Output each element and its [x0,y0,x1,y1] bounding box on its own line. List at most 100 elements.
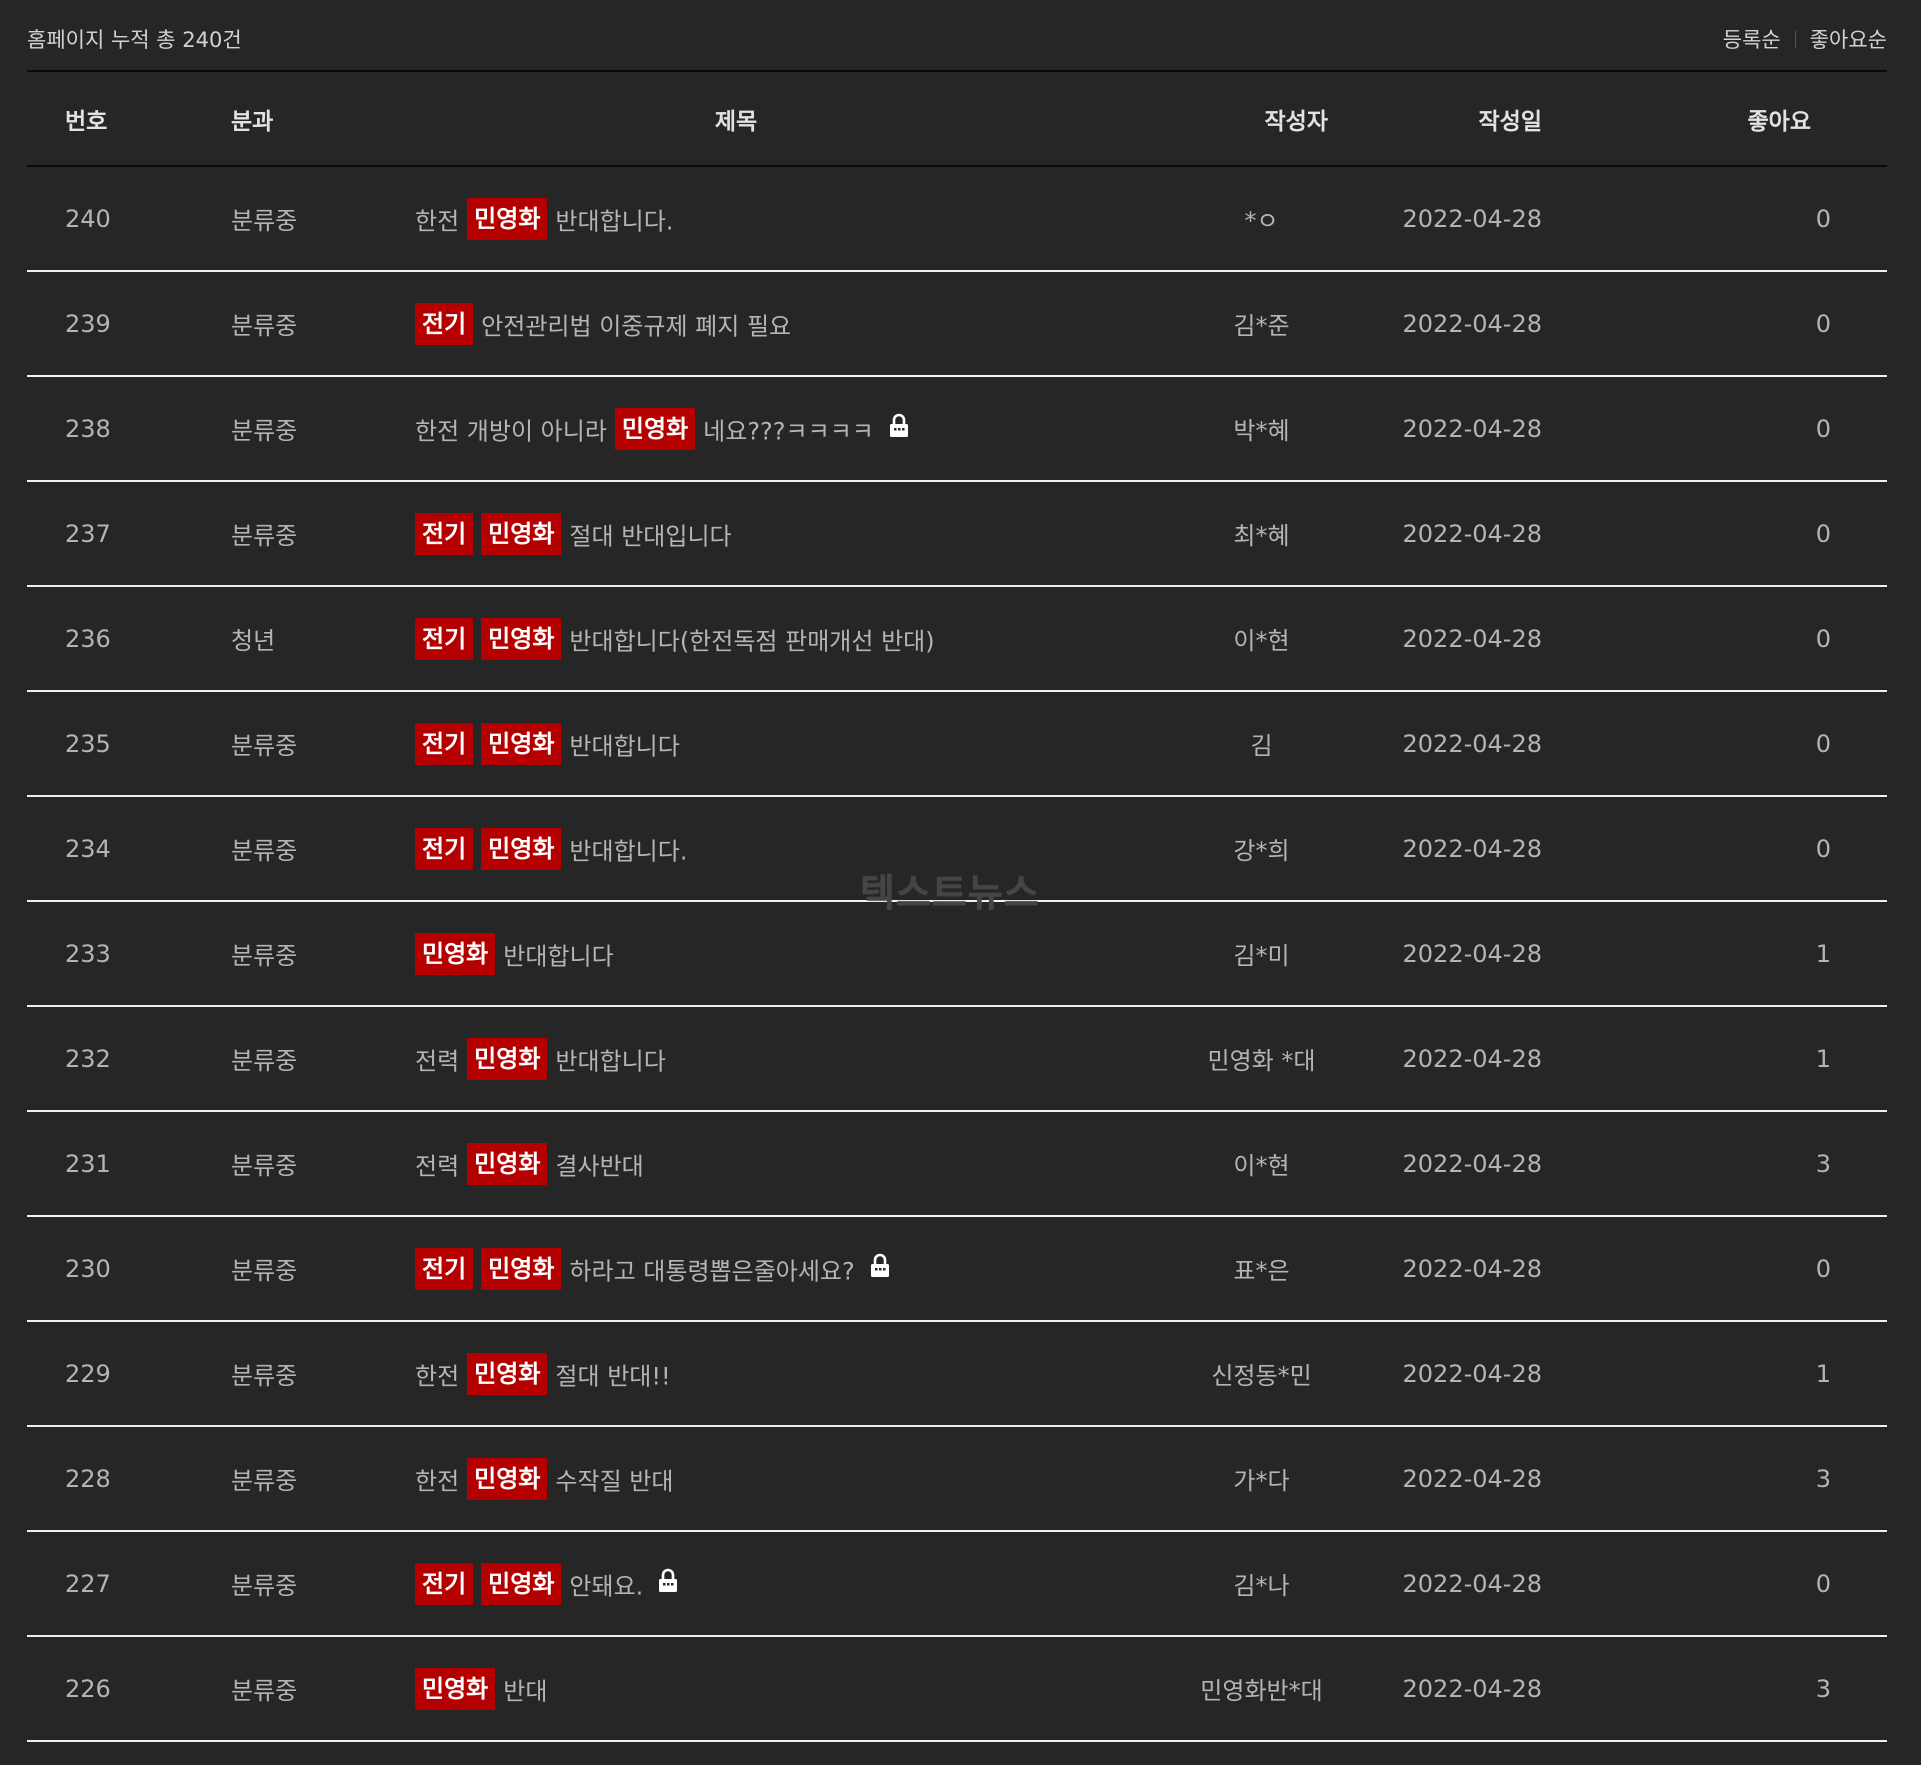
row-category: 분류중 [153,481,407,587]
table-row[interactable]: 226 분류중 민영화 반대 민영화반*대 2022-04-28 3 [27,1636,1887,1742]
table-header-row: 번호 분과 제목 작성자 작성일 좋아요 [27,72,1887,167]
row-number: 237 [27,481,153,587]
row-title-cell: 전기 민영화 반대합니다. [407,796,1065,902]
post-title-link[interactable]: 한전 민영화 반대합니다. [415,197,673,240]
row-number: 240 [27,166,153,272]
lock-icon [869,1253,891,1285]
keyword-highlight: 민영화 [481,1562,562,1605]
post-title-link[interactable]: 전력 민영화 결사반대 [415,1142,644,1185]
row-likes: 0 [1542,271,1887,377]
post-title-link[interactable]: 전력 민영화 반대합니다 [415,1037,666,1080]
table-row[interactable]: 235 분류중 전기 민영화 반대합니다 김 2022-04-28 0 [27,691,1887,797]
row-likes: 1 [1542,1321,1887,1427]
row-date: 2022-04-28 [1328,1531,1542,1637]
table-row[interactable]: 233 분류중 민영화 반대합니다 김*미 2022-04-28 1 [27,901,1887,1007]
table-row[interactable]: 229 분류중 한전 민영화 절대 반대!! 신정동*민 2022-04-28 1 [27,1321,1887,1427]
row-date: 2022-04-28 [1328,796,1542,902]
table-row[interactable]: 227 분류중 전기 민영화 안돼요. 김*나 2022-04-28 0 [27,1531,1887,1637]
post-title-link[interactable]: 한전 개방이 아니라 민영화 네요???ㅋㅋㅋㅋ [415,407,910,450]
row-author: 가*다 [1065,1426,1328,1532]
row-author: 표*은 [1065,1216,1328,1322]
row-title-cell: 전기 민영화 반대합니다(한전독점 판매개선 반대) [407,586,1065,692]
table-row[interactable]: 230 분류중 전기 민영화 하라고 대통령뽑은줄아세요? 표*은 2022-04-28 0 [27,1216,1887,1322]
column-header-date: 작성일 [1328,72,1542,167]
title-text: 네요???ㅋㅋㅋㅋ [703,417,874,445]
title-text: 안돼요. [569,1572,644,1600]
post-title-link[interactable]: 전기 민영화 안돼요. [415,1562,679,1605]
row-likes: 0 [1542,376,1887,482]
row-date: 2022-04-28 [1328,691,1542,797]
keyword-highlight: 전기 [415,302,474,345]
row-author: 민영화반*대 [1065,1636,1328,1742]
row-likes: 1 [1542,901,1887,1007]
row-category: 분류중 [153,796,407,902]
title-text: 반대합니다 [503,942,614,970]
row-title-cell: 전기 민영화 하라고 대통령뽑은줄아세요? [407,1216,1065,1322]
row-title-cell: 전기 민영화 반대합니다 [407,691,1065,797]
row-title-cell: 한전 민영화 절대 반대!! [407,1321,1065,1427]
row-author: 김 [1065,691,1328,797]
row-number: 233 [27,901,153,1007]
row-likes: 0 [1542,1216,1887,1322]
sort-by-likes-button[interactable]: 좋아요순 [1810,24,1887,54]
post-title-link[interactable]: 전기 민영화 반대합니다(한전독점 판매개선 반대) [415,617,935,660]
keyword-highlight: 민영화 [481,827,562,870]
post-title-link[interactable]: 민영화 반대합니다 [415,932,614,975]
table-row[interactable]: 238 분류중 한전 개방이 아니라 민영화 네요???ㅋㅋㅋㅋ 박*혜 2022-04-2… [27,376,1887,482]
keyword-highlight: 민영화 [614,407,696,450]
table-row[interactable]: 236 청년 전기 민영화 반대합니다(한전독점 판매개선 반대) 이*현 2022-04-… [27,586,1887,692]
post-title-link[interactable]: 한전 민영화 수작질 반대 [415,1457,674,1500]
post-title-link[interactable]: 전기 민영화 반대합니다 [415,722,680,765]
post-title-link[interactable]: 전기 안전관리법 이중규제 폐지 필요 [415,302,792,345]
keyword-highlight: 전기 [415,617,474,660]
table-row[interactable]: 228 분류중 한전 민영화 수작질 반대 가*다 2022-04-28 3 [27,1426,1887,1532]
title-text: 한전 [415,207,460,235]
post-title-link[interactable]: 한전 민영화 절대 반대!! [415,1352,671,1395]
row-category: 분류중 [153,1426,407,1532]
sort-by-date-button[interactable]: 등록순 [1723,24,1781,54]
table-row[interactable]: 237 분류중 전기 민영화 절대 반대입니다 최*혜 2022-04-28 0 [27,481,1887,587]
row-author: 신정동*민 [1065,1321,1328,1427]
keyword-highlight: 민영화 [467,1352,548,1395]
row-category: 분류중 [153,691,407,797]
row-category: 분류중 [153,901,407,1007]
table-row[interactable]: 234 분류중 전기 민영화 반대합니다. 강*희 2022-04-28 0 [27,796,1887,902]
column-header-no: 번호 [27,72,153,167]
row-date: 2022-04-28 [1328,166,1542,272]
row-title-cell: 전기 민영화 안돼요. [407,1531,1065,1637]
title-text: 수작질 반대 [555,1467,674,1495]
post-title-link[interactable]: 민영화 반대 [415,1667,547,1710]
row-category: 분류중 [153,1006,407,1112]
row-title-cell: 한전 민영화 수작질 반대 [407,1426,1065,1532]
post-list-page: 홈페이지 누적 총 240건 등록순 좋아요순 번호 분과 제목 작성자 작성일… [27,0,1887,1742]
row-author: 김*미 [1065,901,1328,1007]
post-title-link[interactable]: 전기 민영화 절대 반대입니다 [415,512,732,555]
row-date: 2022-04-28 [1328,901,1542,1007]
table-row[interactable]: 239 분류중 전기 안전관리법 이중규제 폐지 필요 김*준 2022-04-28 0 [27,271,1887,377]
keyword-highlight: 민영화 [467,1037,548,1080]
keyword-highlight: 전기 [415,512,474,555]
title-text: 절대 반대입니다 [569,522,732,550]
row-category: 분류중 [153,1111,407,1217]
table-row[interactable]: 231 분류중 전력 민영화 결사반대 이*현 2022-04-28 3 [27,1111,1887,1217]
row-author: 민영화 *대 [1065,1006,1328,1112]
table-row[interactable]: 232 분류중 전력 민영화 반대합니다 민영화 *대 2022-04-28 1 [27,1006,1887,1112]
row-title-cell: 전기 안전관리법 이중규제 폐지 필요 [407,271,1065,377]
row-likes: 0 [1542,691,1887,797]
post-title-link[interactable]: 전기 민영화 반대합니다. [415,827,687,870]
post-title-link[interactable]: 전기 민영화 하라고 대통령뽑은줄아세요? [415,1247,891,1290]
title-text: 안전관리법 이중규제 폐지 필요 [481,312,792,340]
row-author: 최*혜 [1065,481,1328,587]
keyword-highlight: 민영화 [415,932,496,975]
row-date: 2022-04-28 [1328,1216,1542,1322]
keyword-highlight: 민영화 [481,617,562,660]
row-number: 230 [27,1216,153,1322]
row-likes: 0 [1542,166,1887,272]
row-title-cell: 한전 개방이 아니라 민영화 네요???ㅋㅋㅋㅋ [407,376,1065,482]
row-likes: 3 [1542,1111,1887,1217]
row-author: 박*혜 [1065,376,1328,482]
row-date: 2022-04-28 [1328,1111,1542,1217]
sort-divider [1794,30,1796,48]
table-row[interactable]: 240 분류중 한전 민영화 반대합니다. *ㅇ 2022-04-28 0 [27,166,1887,272]
row-likes: 0 [1542,796,1887,902]
